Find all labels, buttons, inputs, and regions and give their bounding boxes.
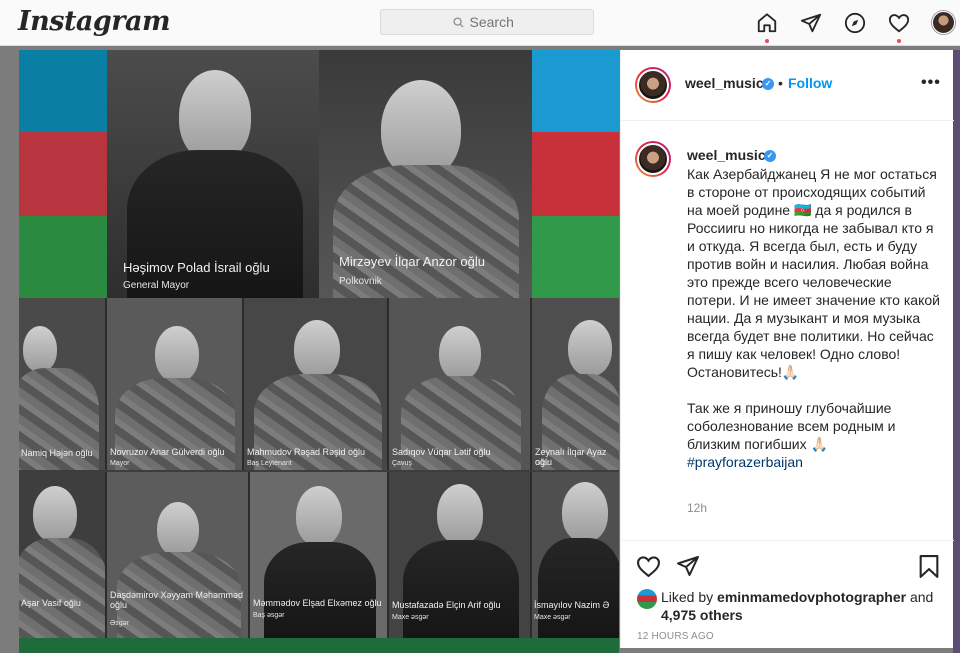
profile-avatar-button[interactable] [932, 11, 955, 34]
search-input[interactable] [469, 14, 522, 30]
portrait-tile: Aşar Vasif oğlu [19, 472, 107, 642]
separator-dot: • [778, 75, 783, 91]
direct-button[interactable] [798, 10, 824, 36]
caption-author-username[interactable]: weel_music [687, 147, 766, 163]
activity-button[interactable] [886, 10, 912, 43]
portrait-caption-name: Mahmudov Rəşad Rəşid oğlu [247, 447, 366, 457]
instagram-logo[interactable]: Instagram [18, 6, 171, 37]
liked-by-prefix: Liked by [661, 589, 718, 605]
post-actions: Liked by eminmamedovphotographer and 4,9… [621, 540, 954, 648]
portrait-caption-rank: Çavuş [392, 460, 412, 467]
home-button[interactable] [754, 10, 780, 43]
portrait-caption-rank: Maxe əsgər [392, 614, 429, 621]
post-caption: Как Азербайджанец Я не мог остаться в ст… [687, 165, 942, 471]
post-header: weel_music ✓ • Follow ••• [621, 50, 954, 121]
explore-button[interactable] [842, 10, 868, 36]
portrait-caption-rank: Əsgər [110, 620, 129, 627]
portrait-caption-rank: Polkovnik [339, 276, 382, 287]
share-icon [677, 556, 699, 576]
portrait-row: Namiq Həjən oğlu Novruzov Anar Gülverdi … [19, 298, 619, 470]
share-button[interactable] [675, 553, 701, 579]
portrait-caption-rank: Baş əsgər [253, 612, 285, 619]
portrait-caption-name: İsmayılov Nazim Ə [534, 600, 610, 610]
verified-icon: ✓ [764, 150, 776, 162]
like-icon [636, 555, 660, 577]
portrait-tile: Namiq Həjən oğlu [19, 298, 107, 470]
portrait-tile: Novruzov Anar Gülverdi oğlu Mayor [107, 298, 244, 470]
portrait-tile: Mustafazadə Elçin Arif oğlu Maxe əsgər [389, 472, 532, 642]
portrait-row: Aşar Vasif oğlu Daşdəmirov Xəyyam Məhəmm… [19, 472, 619, 642]
explore-icon [844, 12, 866, 34]
portrait-tile: Sadıqov Vüqar Lətif oğlu Çavuş [389, 298, 532, 470]
search-icon [452, 16, 464, 28]
background-feed-edge [953, 50, 960, 653]
home-icon [757, 13, 777, 33]
portrait-caption-name: Həşimov Polad İsrail oğlu [123, 260, 270, 275]
post-timestamp[interactable]: 12 HOURS AGO [637, 631, 714, 642]
portrait-caption-name: Namiq Həjən oğlu [21, 448, 93, 458]
portrait-tile: Mahmudov Rəşad Rəşid oğlu Baş Leytenant [244, 298, 389, 470]
save-icon [919, 554, 939, 578]
caption-text: Как Азербайджанец Я не мог остаться в ст… [687, 166, 940, 452]
others-count[interactable]: 4,975 others [661, 607, 743, 623]
portrait-tile: Daşdəmirov Xəyyam Məhəmməd oğlu Əsgər [107, 472, 250, 642]
portrait-tile: İsmayılov Nazim Ə Maxe əsgər [532, 472, 619, 642]
portrait-caption-name: Daşdəmirov Xəyyam Məhəmməd oğlu [110, 590, 244, 610]
hashtag-link[interactable]: #prayforazerbaijan [687, 454, 803, 470]
liked-by-and: and [906, 589, 934, 605]
portrait-caption-name: Sadıqov Vüqar Lətif oğlu [392, 447, 491, 457]
follow-button[interactable]: Follow [788, 75, 832, 91]
post-image[interactable]: Həşimov Polad İsrail oğlu General Mayor … [19, 50, 619, 653]
notification-dot [765, 39, 769, 43]
decorative-strip [19, 638, 619, 653]
portrait-caption-rank: Mayor [110, 460, 130, 467]
save-button[interactable] [916, 553, 942, 579]
portrait-caption-name: Məmmədov Elşad Elxəmez oğlu [253, 598, 382, 608]
caption-relative-time[interactable]: 12h [687, 501, 707, 515]
liker-username[interactable]: eminmamedovphotographer [717, 589, 906, 605]
portrait-caption-rank: Gizir [535, 460, 550, 467]
portrait-caption-name: Mustafazadə Elçin Arif oğlu [392, 600, 501, 610]
portrait-tile: Məmmədov Elşad Elxəmez oğlu Baş əsgər [250, 472, 389, 642]
portrait-tile: Mirzəyev İlqar Anzor oğlu Polkovnik [319, 50, 532, 298]
post-detail-panel: weel_music ✓ • Follow ••• weel_music ✓ К… [620, 50, 954, 648]
caption-author-avatar[interactable] [635, 141, 671, 177]
more-icon[interactable]: ••• [921, 74, 941, 92]
azerbaijan-flag-right [532, 50, 619, 298]
search-box[interactable] [380, 9, 594, 35]
portrait-caption-rank: General Mayor [123, 280, 190, 291]
portrait-caption-name: Novruzov Anar Gülverdi oğlu [110, 447, 225, 457]
portrait-tile: Həşimov Polad İsrail oğlu General Mayor [107, 50, 319, 298]
heart-icon [888, 14, 910, 33]
top-navigation-bar: Instagram [0, 0, 960, 46]
portrait-caption-name: Aşar Vasif oğlu [21, 598, 81, 608]
verified-icon: ✓ [762, 78, 774, 90]
direct-icon [800, 13, 822, 33]
like-button[interactable] [635, 553, 661, 579]
portrait-caption-rank: Maxe əsgər [534, 614, 571, 621]
author-avatar[interactable] [635, 67, 671, 103]
portrait-tile: Zeynalı İlqar Ayaz oğlu Gizir [532, 298, 619, 470]
likes-summary: Liked by eminmamedovphotographer and 4,9… [661, 588, 933, 624]
notification-dot [897, 39, 901, 43]
portrait-caption-rank: Baş Leytenant [247, 460, 292, 467]
author-username[interactable]: weel_music [685, 75, 764, 91]
azerbaijan-flag-left [19, 50, 107, 298]
liker-avatar[interactable] [637, 589, 657, 609]
portrait-caption-name: Mirzəyev İlqar Anzor oğlu [339, 254, 485, 269]
